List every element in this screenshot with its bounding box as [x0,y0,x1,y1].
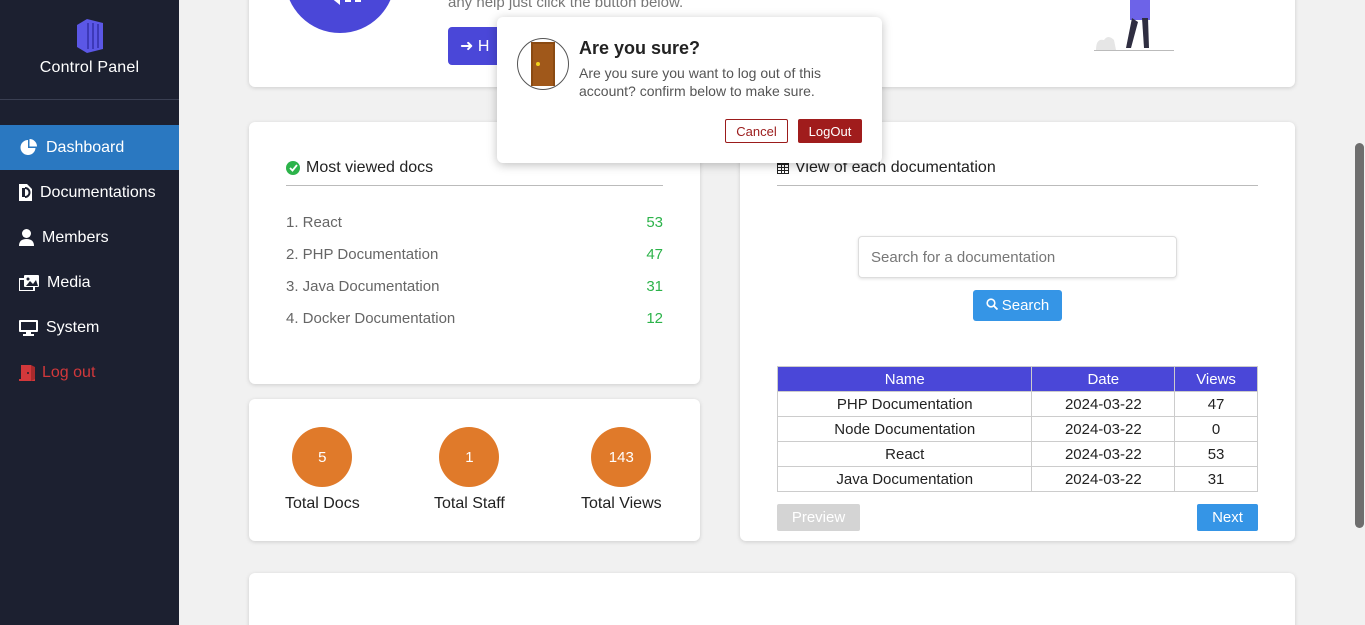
cell-date: 2024-03-22 [1031,441,1176,467]
hero-illustration [285,0,395,33]
list-item: 4. Docker Documentation 12 [286,310,663,342]
sidebar-nav: Dashboard Documentations Members Media S… [0,125,179,395]
table-row: React 2024-03-22 53 [776,441,1258,467]
doc-name: 4. Docker Documentation [286,310,456,327]
sidebar-item-media[interactable]: Media [0,260,179,305]
cell-views: 53 [1174,441,1258,467]
column-header-date: Date [1031,366,1176,392]
table-row: Java Documentation 2024-03-22 31 [776,466,1258,492]
column-header-views: Views [1174,366,1258,392]
person-illustration [1094,0,1174,51]
logout-button[interactable]: LogOut [798,119,862,143]
doc-count: 53 [646,214,663,231]
column-header-name: Name [776,366,1033,392]
table-icon [777,162,789,174]
view-each-card: View of each documentation Search Name D… [740,122,1295,541]
stat-total-docs: 5 Total Docs [285,427,360,513]
pie-chart-icon [18,138,38,158]
door-icon [18,363,36,383]
stat-label: Total Views [581,495,662,512]
sidebar-item-label: Documentations [40,183,156,201]
stat-total-staff: 1 Total Staff [434,427,505,513]
brand-title: Control Panel [39,59,140,76]
cell-views: 0 [1174,416,1258,442]
stat-value: 5 [292,427,353,487]
hero-text: any help just click the button below. [448,0,684,11]
dialog-message: Are you sure you want to log out of this… [579,65,822,99]
monitor-icon [18,318,38,338]
cell-name: React [776,441,1033,467]
doc-name: 1. React [286,214,342,231]
list-item: 2. PHP Documentation 47 [286,246,663,278]
stat-total-views: 143 Total Views [581,427,662,513]
sidebar-item-label: Dashboard [46,138,125,156]
sidebar-item-label: Media [47,273,91,291]
view-each-title: View of each documentation [777,159,1258,186]
stat-label: Total Docs [285,495,360,512]
stat-label: Total Staff [434,495,505,512]
list-item: 3. Java Documentation 31 [286,278,663,310]
cell-date: 2024-03-22 [1031,391,1176,417]
search-button[interactable]: Search [973,290,1062,321]
sidebar-item-dashboard[interactable]: Dashboard [0,125,179,170]
cell-name: Node Documentation [776,416,1033,442]
help-button-label: H [477,38,490,55]
previous-page-button[interactable]: Preview [777,504,860,531]
sidebar-item-system[interactable]: System [0,305,179,350]
table-row: PHP Documentation 2024-03-22 47 [776,391,1258,417]
doc-count: 12 [646,310,663,327]
doc-name: 2. PHP Documentation [286,246,439,263]
cell-name: PHP Documentation [776,391,1033,417]
doc-count: 31 [646,278,663,295]
bottom-card [249,573,1295,625]
cell-date: 2024-03-22 [1031,416,1176,442]
search-input[interactable] [858,236,1177,278]
table-header-row: Name Date Views [776,366,1258,392]
user-icon [18,228,34,248]
sidebar-item-members[interactable]: Members [0,215,179,260]
most-viewed-title: Most viewed docs [286,159,663,186]
doc-count: 47 [646,246,663,263]
door-icon [517,38,569,90]
most-viewed-title-text: Most viewed docs [306,159,434,176]
check-circle-icon [286,161,300,175]
arrow-right-icon: ➜ [460,38,474,55]
document-icon [18,183,32,203]
cell-name: Java Documentation [776,466,1033,492]
sidebar: Control Panel Dashboard Documentations M… [0,0,179,625]
search-button-label: Search [1001,297,1050,314]
next-page-button[interactable]: Next [1197,504,1258,531]
cell-views: 31 [1174,466,1258,492]
list-item: 1. React 53 [286,214,663,246]
cancel-button[interactable]: Cancel [725,119,788,143]
stats-card: 5 Total Docs 1 Total Staff 143 Total Vie… [249,399,700,541]
sidebar-item-label: System [46,318,100,336]
scrollbar-thumb[interactable] [1355,143,1364,528]
sidebar-item-label: Members [42,228,109,246]
table-row: Node Documentation 2024-03-22 0 [776,416,1258,442]
doc-name: 3. Java Documentation [286,278,440,295]
sidebar-item-documentations[interactable]: Documentations [0,170,179,215]
brand: Control Panel [0,0,179,100]
most-viewed-list: 1. React 53 2. PHP Documentation 47 3. J… [286,214,663,342]
cell-views: 47 [1174,391,1258,417]
cell-date: 2024-03-22 [1031,466,1176,492]
logout-confirm-dialog: Are you sure? Are you sure you want to l… [497,17,882,163]
stat-value: 1 [439,427,500,487]
search-icon [986,297,998,314]
logo-icon [76,19,103,53]
scrollbar-track[interactable] [1354,0,1365,625]
sidebar-item-logout[interactable]: Log out [0,350,179,395]
stat-value: 143 [591,427,652,487]
dialog-title: Are you sure? [579,38,701,58]
images-icon [18,273,39,293]
documentation-table: Name Date Views PHP Documentation 2024-0… [776,366,1258,492]
sidebar-item-label: Log out [42,363,96,381]
